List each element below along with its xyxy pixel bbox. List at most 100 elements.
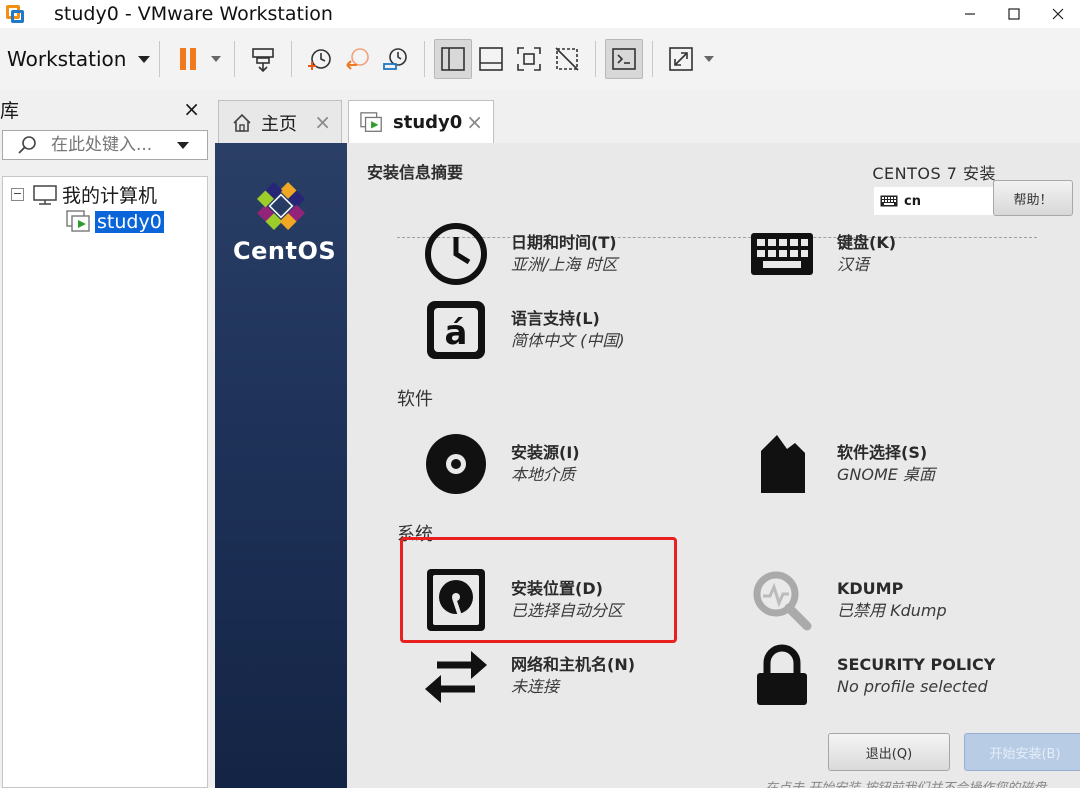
spoke-language[interactable]: á 语言支持(L) 简体中文 (中国) <box>423 297 625 363</box>
snapshot-manager-button[interactable] <box>377 39 415 79</box>
spoke-network[interactable]: 网络和主机名(N) 未连接 <box>423 643 635 709</box>
window-titlebar: study0 - VMware Workstation <box>0 0 1080 28</box>
maximize-button[interactable] <box>992 0 1036 28</box>
spoke-status: 亚洲/上海 时区 <box>511 255 618 274</box>
suspend-button[interactable] <box>169 39 207 79</box>
tab-home[interactable]: 主页 × <box>218 100 342 144</box>
vm-running-icon <box>66 210 90 232</box>
spoke-status: 汉语 <box>837 255 870 274</box>
full-screen-button[interactable] <box>510 39 548 79</box>
search-icon <box>18 136 36 154</box>
spoke-status: 本地介质 <box>511 465 576 484</box>
window-controls <box>948 0 1080 28</box>
section-software: 软件 <box>397 389 433 410</box>
keyboard-icon <box>751 233 813 275</box>
spoke-title: SECURITY POLICY <box>837 655 996 674</box>
spoke-title: 键盘(K) <box>837 233 897 252</box>
keyboard-layout-indicator[interactable]: cn <box>874 187 994 215</box>
send-ctrl-alt-del-button[interactable] <box>244 39 282 79</box>
spoke-status: No profile selected <box>837 677 988 696</box>
spoke-kdump[interactable]: KDUMP 已禁用 Kdump <box>749 567 947 633</box>
network-send-icon <box>252 48 275 73</box>
installer-sidebar: CentOS <box>215 143 347 788</box>
library-search <box>2 130 208 160</box>
spoke-keyboard[interactable]: 键盘(K) 汉语 <box>749 221 896 287</box>
toolbar-divider <box>291 41 293 77</box>
tab-study0[interactable]: study0 × <box>348 100 494 144</box>
vm-console[interactable]: CentOS 安装信息摘要 CENTOS 7 安装 cn 帮助！ 日期和时间(T… <box>215 143 1080 788</box>
keyboard-icon <box>880 195 898 207</box>
tab-label: study0 <box>393 112 463 133</box>
spoke-title: 网络和主机名(N) <box>511 655 636 674</box>
spoke-datetime[interactable]: 日期和时间(T) 亚洲/上海 时区 <box>423 221 617 287</box>
spoke-status: 已禁用 Kdump <box>837 601 947 620</box>
snapshot-clock-icon <box>308 49 332 70</box>
tab-close-button[interactable]: × <box>466 110 483 134</box>
vmware-logo-icon <box>4 3 26 25</box>
collapse-icon[interactable]: − <box>11 188 24 201</box>
snapshot-manager-icon <box>383 48 408 70</box>
spoke-security-policy[interactable]: SECURITY POLICY No profile selected <box>749 643 995 709</box>
disc-icon <box>426 434 486 494</box>
search-dropdown-icon[interactable] <box>177 141 189 149</box>
stretch-guest-button[interactable] <box>662 39 700 79</box>
minimize-icon <box>965 13 975 15</box>
workstation-menu-label: Workstation <box>7 47 127 71</box>
toolbar-divider <box>652 41 654 77</box>
tab-close-button[interactable]: × <box>314 110 331 134</box>
install-title: CENTOS 7 安装 <box>872 164 996 183</box>
spoke-title: 软件选择(S) <box>837 443 928 462</box>
console-view-button[interactable] <box>605 39 644 79</box>
begin-installation-button[interactable]: 开始安装(B) <box>964 733 1080 771</box>
svg-text:á: á <box>445 313 468 353</box>
terminal-icon <box>612 48 637 70</box>
toolbar-divider <box>595 41 597 77</box>
close-window-button[interactable] <box>1036 0 1080 28</box>
tab-bar: 主页 × study0 × <box>216 92 1080 144</box>
unity-button[interactable] <box>548 39 586 79</box>
highlight-box <box>400 537 677 643</box>
spoke-status: 简体中文 (中国) <box>511 331 625 350</box>
lock-icon <box>757 644 807 705</box>
thumbnail-bar-icon <box>479 47 504 71</box>
clock-icon <box>425 223 487 285</box>
library-header: 库 × <box>0 92 212 126</box>
language-icon: á <box>427 301 485 359</box>
take-snapshot-button[interactable] <box>301 39 339 79</box>
show-library-button[interactable] <box>434 39 473 79</box>
close-icon <box>1052 8 1064 20</box>
stretch-dropdown-icon[interactable] <box>704 56 715 62</box>
library-search-input[interactable] <box>51 135 171 155</box>
vm-running-icon <box>360 111 382 132</box>
summary-title: 安装信息摘要 <box>367 163 464 182</box>
revert-snapshot-button[interactable] <box>339 39 377 79</box>
maximize-icon <box>1008 8 1020 20</box>
chevron-down-icon <box>138 55 151 63</box>
home-icon <box>233 113 251 132</box>
stretch-icon <box>669 47 694 71</box>
minimize-button[interactable] <box>948 0 992 28</box>
toolbar-divider <box>234 41 236 77</box>
library-panel: 库 × − 我的计算机 study0 <box>0 92 212 788</box>
library-close-button[interactable]: × <box>183 97 200 121</box>
library-panel-icon <box>441 47 466 71</box>
tree-item-my-computer[interactable]: − 我的计算机 <box>11 181 157 208</box>
workstation-menu[interactable]: Workstation <box>7 47 151 71</box>
centos-logo-icon <box>256 181 306 231</box>
main-toolbar: Workstation <box>0 28 1080 90</box>
spoke-title: KDUMP <box>837 579 904 598</box>
spoke-software-selection[interactable]: 软件选择(S) GNOME 桌面 <box>749 431 935 497</box>
power-dropdown-icon[interactable] <box>211 56 222 62</box>
quit-button[interactable]: 退出(Q) <box>828 733 950 771</box>
tree-item-study0[interactable]: study0 <box>65 209 164 235</box>
full-screen-icon <box>517 47 542 71</box>
spoke-install-source[interactable]: 安装源(I) 本地介质 <box>423 431 580 497</box>
magnifier-icon <box>753 571 812 631</box>
pause-icon <box>180 48 197 70</box>
thumbnail-bar-button[interactable] <box>472 39 510 79</box>
toolbar-divider <box>424 41 426 77</box>
library-tree: − 我的计算机 study0 <box>2 176 208 788</box>
help-button[interactable]: 帮助！ <box>993 180 1073 216</box>
computer-icon <box>33 184 57 205</box>
network-arrows-icon <box>425 651 487 703</box>
